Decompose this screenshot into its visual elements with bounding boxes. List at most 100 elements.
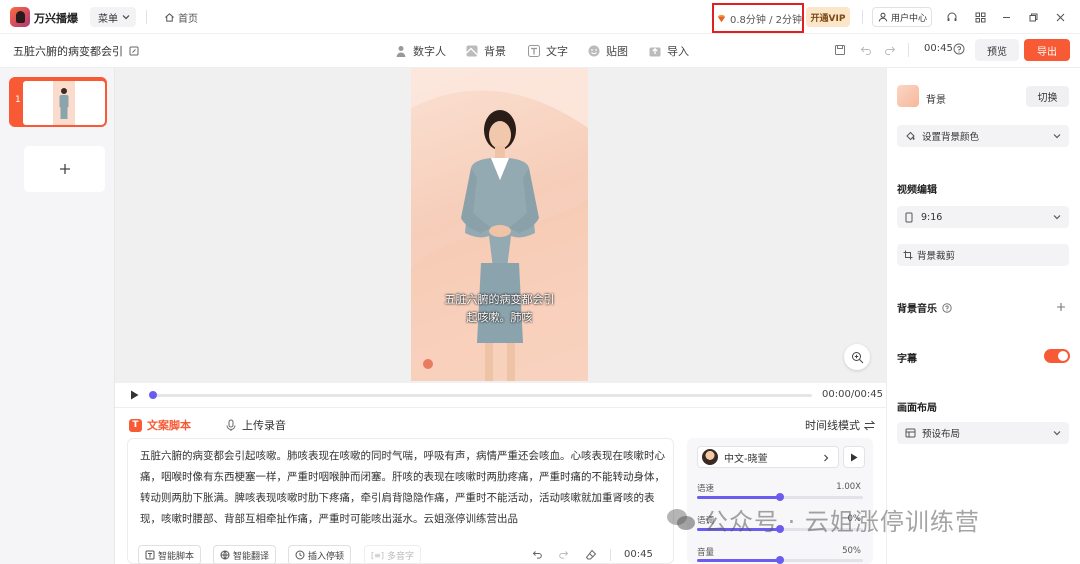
speed-slider[interactable] (697, 493, 863, 501)
voice-selector[interactable]: 中文-晓萱 (697, 446, 839, 468)
tool-label: 文字 (546, 45, 568, 58)
video-edit-heading: 视频编辑 (897, 185, 937, 196)
vip-gem-icon (717, 14, 726, 23)
background-crop-button[interactable]: 背景裁剪 (897, 244, 1069, 266)
plus-icon (59, 164, 70, 174)
slide-preview-figure (53, 81, 75, 125)
home-icon (165, 13, 174, 22)
speed-slider-fill (697, 496, 780, 499)
tab-upload-audio[interactable]: 上传录音 (225, 417, 286, 433)
chevron-down-icon (122, 15, 130, 20)
help-icon[interactable] (953, 43, 965, 55)
add-music-icon[interactable] (1056, 302, 1066, 312)
layout-value: 预设布局 (922, 429, 961, 440)
user-center-button[interactable]: 用户中心 (872, 7, 932, 27)
play-icon[interactable] (130, 390, 139, 400)
aspect-ratio-value: 9:16 (921, 211, 943, 223)
digital-human-figure (411, 68, 588, 381)
voice-preview-button[interactable] (843, 446, 865, 468)
tool-label: 导入 (667, 45, 689, 58)
tool-background[interactable]: 背景 (465, 42, 506, 60)
insert-pause-button[interactable]: 插入停顿 (288, 545, 352, 564)
tab-upload-label: 上传录音 (242, 419, 286, 432)
project-title[interactable]: 五脏六腑的病变都会引 (13, 43, 139, 59)
background-swatch[interactable] (897, 85, 919, 107)
volume-slider-fill (697, 559, 780, 562)
preview-canvas: 五脏六腑的病变都会引 起咳嗽。肺咳 (115, 68, 886, 383)
slide-list: 1 (0, 68, 115, 564)
switch-background-button[interactable]: 切换 (1026, 86, 1069, 107)
aspect-ratio-select[interactable]: 9:16 (897, 206, 1069, 228)
speed-slider-knob[interactable] (776, 493, 784, 501)
background-icon (466, 45, 478, 57)
translate-icon (220, 550, 230, 560)
close-icon[interactable] (1053, 10, 1067, 24)
layout-select[interactable]: 预设布局 (897, 422, 1069, 444)
home-label: 首页 (178, 14, 198, 25)
redo-icon[interactable] (884, 44, 896, 56)
save-icon[interactable] (834, 44, 846, 56)
text-icon (528, 45, 540, 57)
help-icon[interactable] (942, 302, 952, 313)
home-link[interactable]: 首页 (164, 10, 198, 25)
clear-icon[interactable] (585, 549, 597, 561)
divider (862, 10, 863, 24)
script-undo-icon[interactable] (532, 549, 543, 560)
script-text[interactable]: 五脏六腑的病变都会引起咳嗽。肺咳表现在咳嗽的同时气喘，呼吸有声，病情严重还会咳血… (140, 446, 665, 530)
smart-script-button[interactable]: 智能脚本 (138, 545, 202, 564)
project-title-text: 五脏六腑的病变都会引 (13, 45, 123, 58)
volume-label: 音量 (697, 548, 715, 558)
timeline-track[interactable] (152, 394, 812, 397)
tool-import[interactable]: 导入 (648, 42, 689, 60)
voice-settings: 中文-晓萱 语速 1.00X 语调 0% 音量 50% (687, 438, 873, 564)
background-music-label: 背景音乐 (897, 304, 937, 315)
divider (908, 43, 909, 57)
add-slide-button[interactable] (24, 146, 105, 192)
zoom-button[interactable] (844, 344, 870, 370)
slide-preview (23, 81, 105, 125)
script-editor[interactable]: 五脏六腑的病变都会引起咳嗽。肺咳表现在咳嗽的同时气喘，呼吸有声，病情严重还会咳血… (127, 438, 674, 564)
minimize-icon[interactable] (999, 10, 1013, 24)
wechat-icon (667, 508, 695, 530)
timeline-mode-toggle[interactable]: 时间线模式 (805, 417, 875, 433)
usage-quota[interactable]: 0.8分钟 / 2分钟 (712, 3, 804, 33)
tab-script[interactable]: T 文案脚本 (129, 417, 191, 433)
preview-button[interactable]: 预览 (975, 39, 1019, 61)
menu-button[interactable]: 菜单 (90, 7, 136, 27)
script-tab-icon: T (129, 418, 142, 432)
polyphone-icon: [≡] (371, 550, 384, 560)
background-music-heading: 背景音乐 (897, 300, 952, 315)
open-vip-button[interactable]: 开通VIP (806, 7, 850, 27)
slide-number: 1 (15, 95, 21, 105)
import-icon (649, 47, 661, 57)
volume-slider[interactable] (697, 556, 863, 564)
timeline-playhead[interactable] (149, 391, 157, 399)
smart-translate-button[interactable]: 智能翻译 (213, 545, 277, 564)
tool-text[interactable]: 文字 (527, 42, 568, 60)
watermark: 公众号 · 云姐涨停训练营 (666, 502, 980, 537)
title-bar: 万兴播爆 菜单 首页 0.8分钟 / 2分钟 开通VIP 用户中心 (0, 0, 1080, 34)
tool-sticker[interactable]: 贴图 (587, 42, 628, 60)
speed-label: 语速 (697, 484, 715, 494)
export-button[interactable]: 导出 (1024, 39, 1070, 61)
video-frame[interactable]: 五脏六腑的病变都会引 起咳嗽。肺咳 (411, 68, 588, 381)
undo-icon[interactable] (860, 44, 872, 56)
clock-icon (295, 550, 305, 560)
script-redo-icon[interactable] (558, 549, 569, 560)
slide-thumbnail[interactable]: 1 (9, 77, 107, 127)
restore-icon[interactable] (1026, 10, 1040, 24)
background-color-label: 设置背景颜色 (922, 132, 980, 143)
background-crop-label: 背景裁剪 (917, 251, 956, 262)
volume-slider-knob[interactable] (776, 556, 784, 564)
polyphone-button[interactable]: [≡] 多音字 (364, 545, 421, 564)
headset-icon[interactable] (945, 10, 959, 24)
script-tabs: T 文案脚本 上传录音 时间线模式 (115, 407, 886, 439)
subtitle-toggle[interactable] (1044, 349, 1070, 363)
chevron-down-icon (1053, 431, 1061, 436)
grid-icon[interactable] (973, 10, 987, 24)
chevron-right-icon (824, 454, 829, 462)
swap-icon (864, 420, 875, 430)
tool-digital-human[interactable]: 数字人 (394, 42, 446, 60)
edit-icon[interactable] (129, 46, 139, 56)
background-color-select[interactable]: 设置背景颜色 (897, 125, 1069, 147)
